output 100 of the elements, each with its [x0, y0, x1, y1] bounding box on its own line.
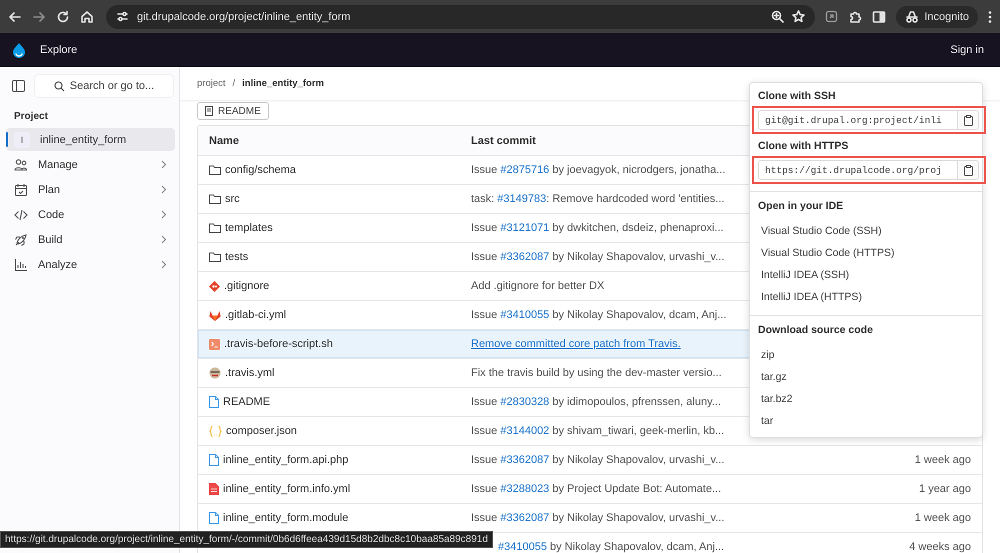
diamond-icon — [209, 280, 220, 292]
column-header: Last commit — [471, 134, 536, 146]
issue-link[interactable]: #3410055 — [500, 309, 550, 321]
folder-icon — [209, 165, 221, 175]
issue-link[interactable]: #3144002 — [500, 425, 550, 437]
side-panel-icon[interactable] — [872, 10, 886, 24]
file-name[interactable]: .gitignore — [224, 280, 270, 292]
file-name[interactable]: templates — [225, 222, 273, 234]
site-settings-icon[interactable] — [116, 10, 129, 23]
extension-icon[interactable] — [825, 10, 838, 23]
clone-url-field[interactable]: https://git.drupalcode.org/proj — [758, 160, 957, 180]
table-row[interactable]: inline_entity_form.api.php Issue #3362087 by Nikolay Shapovalov, urvashi_v... 1 week ago — [198, 445, 982, 474]
issue-link[interactable]: #3362087 — [500, 251, 550, 263]
file-name[interactable]: config/schema — [225, 164, 296, 176]
file-name[interactable]: inline_entity_form.module — [223, 512, 348, 524]
commit-message: Issue #2875716 by joevagyok, nicrodgers, jonatha... — [471, 164, 726, 176]
folder-icon — [209, 252, 221, 262]
project-avatar: I — [14, 132, 30, 148]
menu-item[interactable]: Visual Studio Code (HTTPS) — [750, 242, 982, 264]
issue-link[interactable]: #3362087 — [500, 454, 550, 466]
nav-icon — [14, 158, 28, 172]
issue-link[interactable]: #3149783 — [497, 193, 546, 205]
chevron-icon — [161, 260, 167, 269]
menu-item[interactable]: tar.gz — [750, 366, 982, 388]
issue-link[interactable]: #2875716 — [500, 164, 550, 176]
issue-link[interactable]: #3362087 — [500, 512, 550, 524]
breadcrumb-current[interactable]: inline_entity_form — [242, 78, 324, 89]
file-icon — [209, 396, 219, 408]
commit-time: 1 week ago — [914, 454, 971, 466]
menu-icon[interactable] — [988, 10, 992, 24]
chevron-icon — [161, 210, 167, 219]
file-icon — [209, 512, 219, 524]
puzzle-icon[interactable] — [848, 10, 862, 24]
file-icon — [205, 106, 213, 116]
chevron-icon — [161, 160, 167, 169]
nav-item[interactable]: Plan — [6, 178, 175, 201]
commit-message: Issue #2830328 by idimopoulos, pfrenssen, aluny... — [471, 396, 721, 408]
clipboard-icon — [964, 164, 972, 176]
section-title: Clone with HTTPS — [757, 139, 850, 154]
commit-message: Issue #3410055 by Nikolay Shapovalov, dcam, Anj... — [471, 309, 726, 321]
zoom-icon[interactable] — [771, 10, 784, 23]
file-name[interactable]: inline_entity_form.api.php — [223, 454, 348, 466]
section-title: Clone with SSH — [757, 89, 837, 104]
file-name[interactable]: .gitlab-ci.yml — [225, 309, 286, 321]
forward-icon[interactable] — [32, 10, 46, 24]
nav-icon — [14, 232, 28, 246]
nav-icon — [14, 182, 28, 196]
fox-icon — [209, 310, 221, 320]
file-name[interactable]: tests — [225, 251, 248, 263]
incognito-icon — [905, 10, 920, 22]
commit-link[interactable]: Remove committed core patch from Travis. — [471, 338, 681, 350]
commit-message: Fix the travis build by using the dev-master versio... — [471, 367, 722, 379]
file-name[interactable]: .travis.yml — [225, 367, 274, 379]
menu-item[interactable]: Visual Studio Code (SSH) — [750, 220, 982, 242]
url-text: git.drupalcode.org/project/inline_entity_form — [137, 10, 352, 22]
reload-icon[interactable] — [56, 10, 70, 24]
commit-message: #3410055 by Nikolay Shapovalov, dcam, Anj... — [498, 541, 724, 553]
commit-message: Issue #3362087 by Nikolay Shapovalov, urvashi_v... — [471, 251, 724, 263]
address-bar[interactable]: git.drupalcode.org/project/inline_entity_form — [106, 4, 816, 28]
issue-link[interactable]: #2830328 — [500, 396, 550, 408]
sidebar-toggle-icon[interactable] — [12, 80, 25, 92]
drop-logo[interactable] — [12, 42, 26, 58]
commit-time: 1 year ago — [919, 483, 971, 495]
nav-item[interactable]: Manage — [6, 153, 175, 176]
issue-link[interactable]: #3288023 — [500, 483, 550, 495]
search-field[interactable]: Search or go to... — [35, 75, 173, 97]
copy-button[interactable] — [957, 110, 979, 130]
issue-link[interactable]: #3410055 — [498, 541, 547, 553]
chevron-icon — [161, 185, 167, 194]
back-icon[interactable] — [8, 10, 22, 24]
search-icon — [54, 80, 65, 92]
readme-button[interactable]: README — [197, 102, 269, 120]
nav-item[interactable]: Build — [6, 228, 175, 251]
braces-icon — [209, 426, 222, 436]
commit-message: task: #3149783: Remove hardcoded word 'entities... — [471, 193, 724, 205]
nav-item[interactable]: Analyze — [6, 253, 175, 276]
copy-button[interactable] — [957, 160, 979, 180]
menu-item[interactable]: tar.bz2 — [750, 388, 982, 410]
home-icon[interactable] — [80, 10, 94, 24]
file-name[interactable]: inline_entity_form.info.yml — [223, 483, 350, 495]
file-name[interactable]: composer.json — [226, 425, 297, 437]
file-icon — [209, 454, 219, 466]
sign-in-link[interactable]: Sign in — [950, 44, 984, 56]
file-name[interactable]: README — [223, 396, 270, 408]
table-row[interactable]: inline_entity_form.info.yml Issue #3288023 by Project Update Bot: Automate... 1 year ago — [198, 474, 982, 503]
section-heading: Project — [13, 111, 49, 122]
folder-icon — [209, 223, 221, 233]
file-name[interactable]: .travis-before-script.sh — [224, 338, 333, 350]
nav-item[interactable]: Code — [6, 203, 175, 226]
star-icon[interactable] — [792, 10, 806, 23]
commit-message: Issue #3362087 by Nikolay Shapovalov, urvashi_v... — [471, 512, 724, 524]
file-name[interactable]: src — [225, 193, 240, 205]
breadcrumb-link[interactable]: project — [197, 78, 226, 89]
project-nav-item[interactable]: I inline_entity_form — [6, 128, 175, 151]
commit-time: 1 week ago — [914, 512, 971, 524]
status-url: https://git.drupalcode.org/project/inline_entity_form/-/commit/0b6d6ffeea439d15d8b2dbc8c10baa85a89c891d — [5, 534, 488, 545]
profile-button[interactable]: Incognito — [896, 6, 978, 28]
issue-link[interactable]: #3121071 — [500, 222, 550, 234]
clone-url-field[interactable]: git@git.drupal.org:project/inli — [758, 110, 957, 130]
explore-link[interactable]: Explore — [40, 44, 78, 56]
